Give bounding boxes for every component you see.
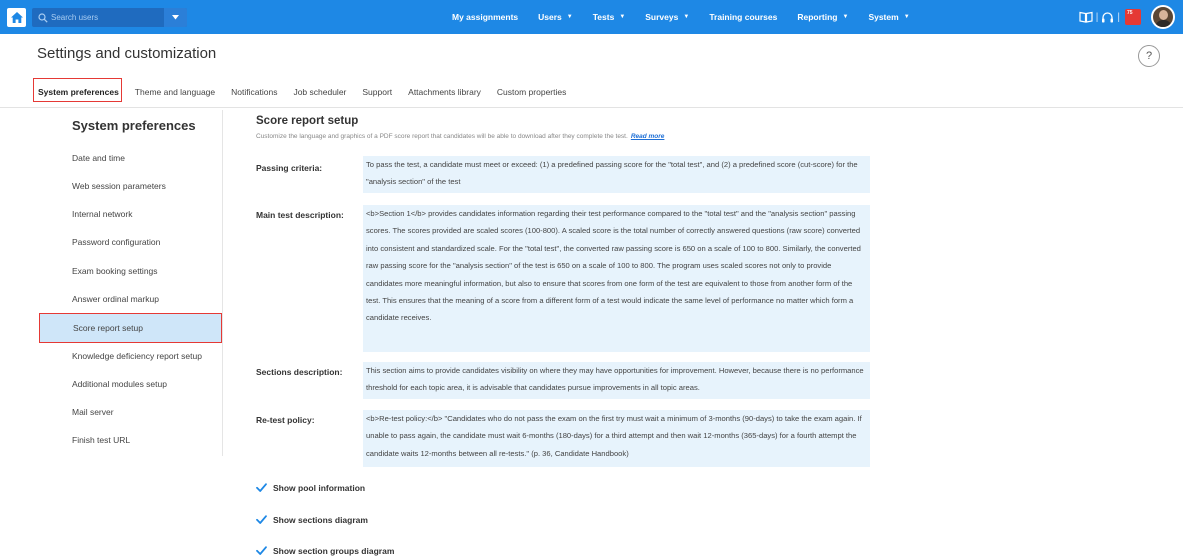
checkmark-icon[interactable] xyxy=(256,514,267,525)
page-title: Settings and customization xyxy=(37,45,217,62)
chevron-down-icon: ▼ xyxy=(566,14,573,20)
top-navigation-bar: My assignments Users▼ Tests▼ Surveys▼ Tr… xyxy=(0,0,1183,34)
avatar-face xyxy=(1159,10,1168,20)
top-right-tools: | | 75 xyxy=(1079,4,1175,30)
sidebar-item-web-session-parameters[interactable]: Web session parameters xyxy=(39,172,222,200)
sidebar-item-password-configuration[interactable]: Password configuration xyxy=(39,228,222,256)
tab-support[interactable]: Support xyxy=(362,87,392,97)
settings-tabs: System preferences Theme and language No… xyxy=(38,85,582,99)
notification-count: 75 xyxy=(1127,10,1133,16)
sidebar-title: System preferences xyxy=(72,118,196,133)
tab-job-scheduler[interactable]: Job scheduler xyxy=(293,87,346,97)
chevron-down-icon: ▼ xyxy=(842,14,849,20)
nav-tests[interactable]: Tests ▼ xyxy=(593,12,626,22)
show-section-groups-diagram-option[interactable]: Show section groups diagram xyxy=(256,545,394,556)
help-button[interactable]: ? xyxy=(1138,45,1160,67)
chevron-down-icon xyxy=(172,15,179,20)
checkbox-label: Show section groups diagram xyxy=(273,545,395,556)
tab-custom-properties[interactable]: Custom properties xyxy=(497,87,566,97)
tab-system-preferences[interactable]: System preferences xyxy=(38,87,119,97)
sidebar: System preferences Date and time Web ses… xyxy=(37,110,223,456)
sidebar-item-date-and-time[interactable]: Date and time xyxy=(39,144,222,172)
home-button[interactable] xyxy=(7,8,26,27)
nav-users[interactable]: Users ▼ xyxy=(538,12,573,22)
search-icon xyxy=(38,12,48,23)
nav-surveys[interactable]: Surveys ▼ xyxy=(645,12,689,22)
nav-my-assignments[interactable]: My assignments xyxy=(452,12,518,22)
re-test-policy-label: Re-test policy: xyxy=(256,415,315,425)
nav-system[interactable]: System ▼ xyxy=(868,12,909,22)
sidebar-item-exam-booking-settings[interactable]: Exam booking settings xyxy=(39,257,222,285)
sidebar-item-answer-ordinal-markup[interactable]: Answer ordinal markup xyxy=(39,285,222,313)
main-navigation: My assignments Users ▼ Tests ▼ Surveys ▼ Tr… xyxy=(452,0,930,34)
home-icon xyxy=(10,12,23,23)
description-text: Customize the language and graphics of a… xyxy=(256,133,628,140)
divider: | xyxy=(1117,11,1120,23)
tab-notifications[interactable]: Notifications xyxy=(231,87,277,97)
book-icon[interactable] xyxy=(1079,11,1093,23)
checkmark-icon[interactable] xyxy=(256,482,267,493)
sections-description-value[interactable]: This section aims to provide candidates … xyxy=(363,362,870,399)
section-title: Score report setup xyxy=(256,115,359,127)
nav-reporting[interactable]: Reporting ▼ xyxy=(797,12,848,22)
notifications-button[interactable]: 75 xyxy=(1125,9,1141,25)
show-pool-information-option[interactable]: Show pool information xyxy=(256,482,365,493)
passing-criteria-value[interactable]: To pass the test, a candidate must meet … xyxy=(363,156,870,193)
sections-description-label: Sections description: xyxy=(256,367,343,377)
sidebar-item-finish-test-url[interactable]: Finish test URL xyxy=(39,426,222,454)
divider: | xyxy=(1095,11,1099,23)
search-users-box xyxy=(32,8,187,27)
tab-theme-and-language[interactable]: Theme and language xyxy=(135,87,215,97)
avatar-silhouette xyxy=(1155,20,1172,27)
tabs-divider xyxy=(0,107,1183,108)
passing-criteria-label: Passing criteria: xyxy=(256,163,323,173)
user-avatar[interactable] xyxy=(1151,5,1175,29)
sidebar-item-mail-server[interactable]: Mail server xyxy=(39,398,222,426)
section-description: Customize the language and graphics of a… xyxy=(256,133,664,140)
checkbox-label: Show pool information xyxy=(273,482,366,493)
chevron-down-icon: ▼ xyxy=(619,14,626,20)
re-test-policy-value[interactable]: <b>Re-test policy:</b> "Candidates who d… xyxy=(363,410,870,467)
sidebar-item-knowledge-deficiency-report-setup[interactable]: Knowledge deficiency report setup xyxy=(39,342,222,370)
checkmark-icon[interactable] xyxy=(256,545,267,556)
read-more-link[interactable]: Read more xyxy=(631,133,665,140)
tab-attachments-library[interactable]: Attachments library xyxy=(408,87,481,97)
show-sections-diagram-option[interactable]: Show sections diagram xyxy=(256,514,368,525)
search-users-input[interactable] xyxy=(51,13,161,22)
search-scope-dropdown[interactable] xyxy=(164,8,187,27)
sidebar-item-internal-network[interactable]: Internal network xyxy=(39,200,222,228)
main-test-description-value[interactable]: <b>Section 1</b> provides candidates inf… xyxy=(363,205,870,352)
sidebar-item-additional-modules-setup[interactable]: Additional modules setup xyxy=(39,370,222,398)
chevron-down-icon: ▼ xyxy=(903,14,910,20)
sidebar-item-score-report-setup[interactable]: Score report setup xyxy=(39,313,222,343)
checkbox-label: Show sections diagram xyxy=(273,514,368,525)
chevron-down-icon: ▼ xyxy=(683,14,690,20)
main-test-description-label: Main test description: xyxy=(256,210,344,220)
nav-training-courses[interactable]: Training courses xyxy=(709,12,777,22)
headset-icon[interactable] xyxy=(1101,11,1114,24)
